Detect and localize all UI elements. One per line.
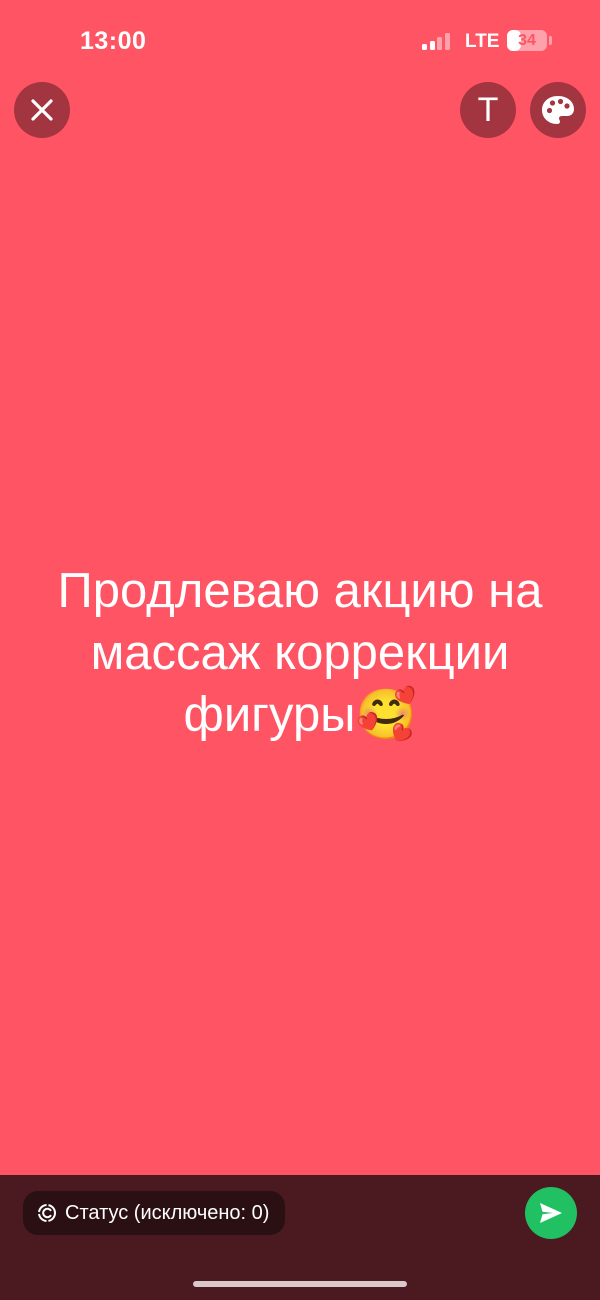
status-time: 13:00 [80, 27, 147, 55]
bottom-bar: Статус (исключено: 0) [0, 1175, 600, 1300]
palette-icon [542, 96, 574, 124]
status-text[interactable]: Продлеваю акцию на массаж коррекции фигу… [20, 560, 580, 746]
status-bar: 13:00 LTE 34 [0, 0, 600, 80]
battery-level: 34 [518, 32, 536, 49]
text-style-button[interactable]: T [460, 82, 516, 138]
text-icon: T [477, 91, 499, 129]
signal-bar [437, 37, 442, 50]
send-icon [540, 1203, 562, 1223]
signal-bar [444, 33, 450, 50]
close-button[interactable] [14, 82, 70, 138]
status-audience-button[interactable]: Статус (исключено: 0) [23, 1191, 286, 1235]
background-color-button[interactable] [530, 82, 586, 138]
battery-cap [549, 36, 552, 45]
signal-strength-icon [422, 32, 454, 50]
status-ring-icon [38, 1204, 56, 1222]
close-icon [31, 99, 53, 121]
signal-bar [429, 41, 435, 50]
battery-icon: 34 [507, 30, 547, 51]
network-type: LTE [465, 31, 500, 52]
status-audience-label: Статус (исключено: 0) [65, 1201, 270, 1224]
signal-bar [422, 44, 427, 50]
send-button[interactable] [525, 1187, 577, 1239]
home-indicator [193, 1281, 407, 1287]
